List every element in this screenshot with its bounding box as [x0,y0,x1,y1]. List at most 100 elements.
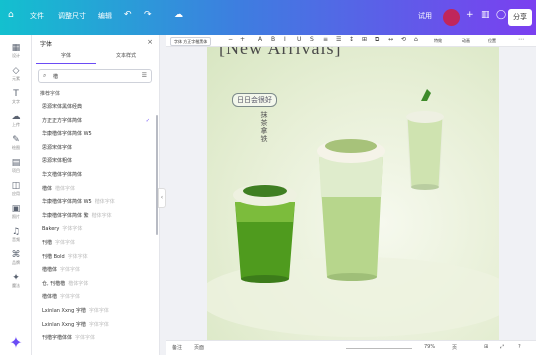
toolbar-tool-icon[interactable]: ⌂ [414,36,418,43]
bottom-bar: 备注 页面 79% 页 ⊞ ⤢ ? [166,340,536,355]
position-button[interactable]: 位置 [488,38,496,44]
font-list-item[interactable]: 刊楷 字体字体 [42,237,152,249]
font-list-item[interactable]: 刊楷字楷体体 字体字体 [42,332,152,344]
nav-rail: ▦ 设计 ◇ 元素 T 文字 ☁ 上传 ✎ 绘图 ▤ 项目 ◫ 应用 ▣ 照片 ♫ 音频 ⌘ 品牌 ✦ 魔法 ✦ [0,35,32,355]
font-list-item[interactable]: 刊楷 Bold 字体字体 [42,251,152,263]
brand-text[interactable]: 日日会很好 [232,93,277,107]
redo-icon[interactable]: ↷ [144,10,152,20]
close-icon[interactable]: × [147,38,153,46]
nav-item-label: 设计 [12,53,20,58]
edit-menu[interactable]: 编辑 [98,11,112,21]
toolbar-tool-icon[interactable]: I [284,36,286,43]
font-list-item[interactable]: 华康楷体字体简体 W5 楷体字体 [42,196,152,208]
vertical-text[interactable]: 抹茶拿铁 [258,111,270,143]
font-list-item[interactable]: 华康楷体字体简体 繁楷体字体 [42,210,152,222]
file-menu[interactable]: 文件 [30,11,44,21]
resize-button[interactable]: 调整尺寸 [58,11,86,21]
font-size-increase[interactable]: + [240,36,245,43]
animate-button[interactable]: 动画 [462,38,470,44]
font-list-item[interactable]: Bakery 字体字体 [42,223,152,235]
nav-item[interactable]: ▣ 照片 [0,204,32,219]
toolbar-tool-icon[interactable]: ↔ [388,36,393,43]
font-name: 华康楷体字体简体 W5 [42,199,92,206]
filter-icon[interactable]: ☰ [142,72,147,79]
font-list-item[interactable]: 方正正方字体简体 ✓ [42,115,152,127]
nav-item[interactable]: ▤ 项目 [0,158,32,173]
tab-text-styles[interactable]: 文本样式 [96,52,156,59]
pages-button[interactable]: 页 [452,344,457,351]
magic-icon[interactable]: ✦ [0,333,32,352]
font-name: 思源宋体字体 [42,144,73,151]
collapse-panel-button[interactable]: ‹ [158,188,166,208]
toolbar-tool-icon[interactable]: ☰ [336,36,341,43]
toolbar-tool-icon[interactable]: A [258,36,262,43]
toolbar-tool-icon[interactable]: ⊞ [362,36,367,43]
tab-fonts[interactable]: 字体 [36,52,96,64]
comment-icon[interactable]: ◯ [496,10,506,20]
font-sample: 字体字体 [88,308,109,314]
nav-item[interactable]: ✎ 绘图 [0,135,32,150]
font-family-dropdown[interactable]: 字体 方正字楷黑体 [170,37,212,46]
avatar[interactable] [443,9,460,26]
font-list-item[interactable]: 楷体楷 字体字体 [42,291,152,303]
toolbar-tool-icon[interactable]: B [271,36,275,43]
grid-icon[interactable]: ⊞ [484,344,488,350]
notes-button[interactable]: 备注 [172,344,182,351]
font-list-item[interactable]: 楷楷体字体字体▸ [42,264,152,276]
font-name: 刊楷字楷体体 [42,335,73,342]
toolbar-tool-icon[interactable]: ⧉ [375,36,379,44]
font-sample: 字体字体 [75,335,96,342]
toolbar-tool-icon[interactable]: ⟲ [401,36,406,43]
panel-title: 字体 [40,41,53,48]
font-search-input[interactable]: ⌕ 楷 ☰ [38,69,152,83]
upgrade-button[interactable]: 试用 [418,11,432,21]
nav-item[interactable]: ☁ 上传 [0,112,32,127]
font-list-item[interactable]: 楷体 楷体字体 [42,183,152,195]
nav-item[interactable]: T 文字 [0,89,32,104]
nav-item-label: 音频 [12,237,20,242]
toolbar-tool-icon[interactable]: U [297,36,301,43]
font-name: 楷体楷 [42,294,58,301]
font-list-item[interactable]: 华康楷体字体简体 W5 [42,128,152,140]
font-name: 思源宋体粗体 [42,158,73,165]
nav-item-label: 文字 [12,99,20,104]
share-button[interactable]: 分享 [508,9,532,26]
more-icon[interactable]: ⋯ [518,36,524,43]
nav-item[interactable]: ✦ 魔法 [0,273,32,288]
nav-item[interactable]: ◫ 应用 [0,181,32,196]
toolbar-tool-icon[interactable]: ↕ [349,36,354,43]
undo-icon[interactable]: ↶ [124,10,132,20]
nav-item[interactable]: ♫ 音频 [0,227,32,242]
zoom-slider[interactable] [346,348,412,349]
nav-item[interactable]: ▦ 设计 [0,43,32,58]
nav-item[interactable]: ◇ 元素 [0,66,32,81]
font-size-decrease[interactable]: − [228,36,233,43]
headline-text[interactable]: [New Arrivals] [219,47,341,59]
font-name: 仓, 刊楷楷 [42,280,66,287]
toolbar-tool-icon[interactable]: ≡ [323,36,328,43]
font-list-item[interactable]: Lxinlan Xxng 字楷 字体字体 [42,305,152,317]
font-list-item[interactable]: 思源宋体粗体 [42,155,152,167]
font-list-item[interactable]: 思源宋体字体 [42,142,152,154]
design-canvas[interactable]: [New Arrivals] 日日会很好 抹茶拿铁 [207,47,499,340]
nav-item-icon: ◇ [12,66,20,76]
fullscreen-icon[interactable]: ⤢ [500,344,504,350]
font-name: 华文楷体字体简体 [42,172,83,178]
toolbar-tool-icon[interactable]: S [310,36,314,43]
font-list-item[interactable]: 思源宋体黑体经典 [42,101,152,113]
zoom-value[interactable]: 79% [424,344,435,350]
drink-right [406,89,444,190]
effects-button[interactable]: 特效 [434,38,442,44]
font-list-item[interactable]: 华文楷体字体简体 [42,169,152,181]
font-sample: 楷体字体 [55,185,76,192]
home-icon[interactable]: ⌂ [8,10,14,20]
help-icon[interactable]: ? [518,344,521,350]
plus-icon[interactable]: + [466,10,474,20]
chart-icon[interactable]: ▥ [481,10,490,20]
font-sample: 字体字体 [55,240,76,246]
nav-item-label: 魔法 [12,283,20,288]
panel-scrollbar[interactable] [156,115,158,235]
font-list-item[interactable]: Lxinlan Xxng 字楷 字体字体 [42,319,152,331]
nav-item[interactable]: ⌘ 品牌 [0,250,32,265]
font-list-item[interactable]: 仓, 刊楷楷楷体字体▸ [42,278,152,290]
